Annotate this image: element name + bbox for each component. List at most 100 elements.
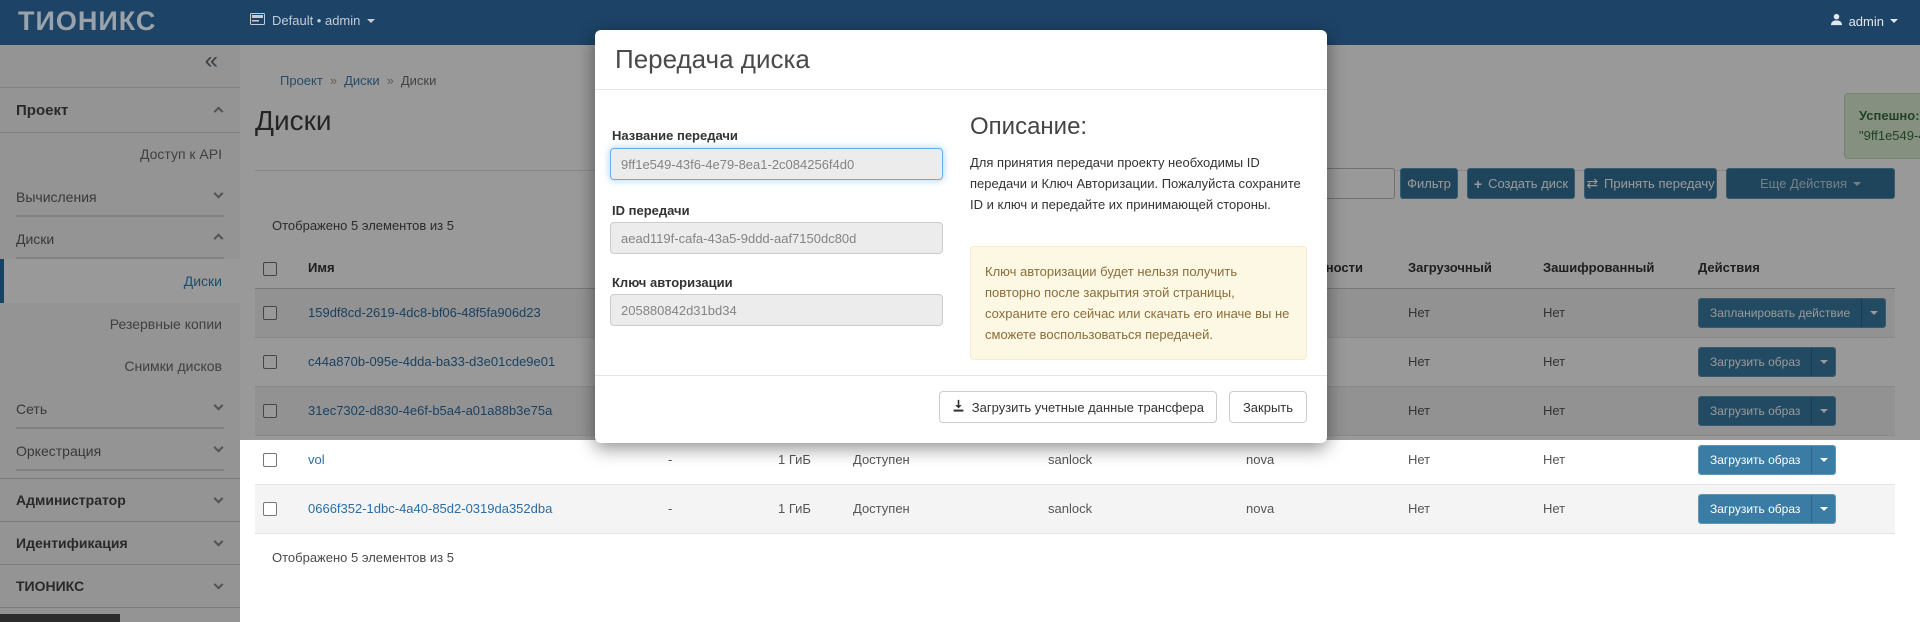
sidebar-section-project[interactable]: Проект — [0, 88, 240, 133]
sidebar-item-network[interactable]: Сеть — [16, 387, 224, 429]
project-card-icon — [250, 13, 265, 28]
auth-key-label: Ключ авторизации — [612, 275, 733, 290]
sidebar-item-api-access[interactable]: Доступ к API — [0, 133, 240, 175]
column-header-encrypted[interactable]: Зашифрованный — [1535, 248, 1690, 288]
transfer-name-input[interactable] — [610, 148, 943, 180]
page-title: Диски — [255, 105, 332, 137]
download-credentials-button[interactable]: Загрузить учетные данные трансфера — [939, 391, 1217, 423]
breadcrumb: Проект»Диски»Диски — [280, 73, 436, 88]
project-context-dropdown[interactable]: Default • admin — [250, 13, 375, 28]
sidebar-section-tionix[interactable]: ТИОНИКС — [0, 565, 240, 608]
select-all-checkbox[interactable] — [263, 262, 277, 276]
transfer-id-label: ID передачи — [612, 203, 690, 218]
volume-name-link[interactable]: 0666f352-1dbc-4a40-85d2-0319da352dba — [308, 501, 552, 516]
accept-transfer-button[interactable]: ⇄ Принять передачу — [1584, 168, 1717, 199]
modal-close-button[interactable]: Закрыть — [1229, 391, 1307, 423]
chevron-down-icon — [1820, 458, 1828, 462]
row-checkbox[interactable] — [263, 404, 277, 418]
column-header-bootable[interactable]: Загрузочный — [1400, 248, 1535, 288]
row-checkbox[interactable] — [263, 453, 277, 467]
user-icon — [1830, 13, 1843, 29]
success-notification: Успешно: Создана передача диска: "9ff1e5… — [1844, 93, 1920, 159]
sidebar-item-network-label: Сеть — [16, 401, 47, 417]
sidebar-section-project-label: Проект — [16, 102, 68, 119]
filter-button-label: Фильтр — [1407, 176, 1451, 191]
row-action-caret[interactable] — [1861, 299, 1885, 327]
row-action-button[interactable]: Запланировать действие — [1699, 299, 1861, 327]
chevron-down-icon — [214, 189, 224, 199]
cell-size: 1 ГиБ — [770, 484, 845, 533]
transfer-arrows-icon: ⇄ — [1586, 175, 1598, 192]
row-action-button[interactable]: Загрузить образ — [1699, 446, 1811, 474]
sidebar-item-snapshots-label: Снимки дисков — [124, 358, 222, 374]
sidebar-section-tionix-label: ТИОНИКС — [16, 578, 84, 594]
transfer-disk-modal: Передача диска Название передачи ID пере… — [595, 30, 1327, 443]
breadcrumb-separator: » — [387, 73, 394, 88]
cell-bootable: Нет — [1400, 386, 1535, 435]
sidebar-section-admin[interactable]: Администратор — [0, 478, 240, 522]
sidebar-item-snapshots[interactable]: Снимки дисков — [0, 345, 240, 387]
chevron-down-icon — [1870, 311, 1878, 315]
sidebar-item-api-access-label: Доступ к API — [140, 146, 222, 162]
notification-title: Успешно: — [1859, 108, 1920, 123]
sidebar-item-volumes-label: Диски — [184, 273, 222, 289]
sidebar-footer-bar — [0, 614, 120, 622]
project-context-label: Default • admin — [272, 13, 360, 28]
row-action-caret[interactable] — [1811, 446, 1835, 474]
column-header-actions: Действия — [1690, 248, 1895, 288]
cell-zone: nova — [1238, 484, 1400, 533]
sidebar-collapse-icon[interactable]: « — [205, 47, 218, 75]
row-action-button[interactable]: Загрузить образ — [1699, 348, 1811, 376]
chevron-down-icon — [214, 401, 224, 411]
breadcrumb-volumes[interactable]: Диски — [344, 73, 380, 88]
cell-encrypted: Нет — [1535, 288, 1690, 337]
sidebar-item-orchestration-label: Оркестрация — [16, 443, 101, 459]
more-actions-button[interactable]: Еще Действия — [1726, 168, 1895, 199]
cell-description: - — [660, 484, 770, 533]
cell-encrypted: Нет — [1535, 484, 1690, 533]
row-action-button[interactable]: Загрузить образ — [1699, 495, 1811, 523]
breadcrumb-separator: » — [330, 73, 337, 88]
chevron-down-icon — [1820, 507, 1828, 511]
sidebar-section-identity[interactable]: Идентификация — [0, 522, 240, 565]
sidebar: « Проект Доступ к API Вычисления Диски Д… — [0, 45, 240, 622]
filter-button[interactable]: Фильтр — [1400, 168, 1458, 199]
items-count-bottom: Отображено 5 элементов из 5 — [272, 550, 454, 565]
row-checkbox[interactable] — [263, 502, 277, 516]
sidebar-section-admin-label: Администратор — [16, 492, 126, 508]
volume-name-link[interactable]: 159df8cd-2619-4dc8-bf06-48f5fa906d23 — [308, 305, 541, 320]
sidebar-item-backups[interactable]: Резервные копии — [0, 303, 240, 345]
sidebar-item-volumes-group[interactable]: Диски — [16, 217, 224, 259]
row-action-caret[interactable] — [1811, 397, 1835, 425]
sidebar-item-volumes-group-label: Диски — [16, 231, 54, 247]
auth-key-input[interactable] — [610, 294, 943, 326]
transfer-id-input[interactable] — [610, 222, 943, 254]
sidebar-item-volumes-active[interactable]: Диски — [0, 259, 240, 303]
user-menu[interactable]: admin — [1830, 13, 1898, 29]
chevron-down-icon — [1820, 409, 1828, 413]
create-volume-button[interactable]: + Создать диск — [1467, 168, 1575, 199]
volume-name-link[interactable]: vol — [308, 452, 325, 467]
cell-encrypted: Нет — [1535, 435, 1690, 484]
sidebar-item-orchestration[interactable]: Оркестрация — [16, 429, 224, 471]
sidebar-item-compute[interactable]: Вычисления — [16, 175, 224, 217]
auth-key-warning: Ключ авторизации будет нельзя получить п… — [970, 246, 1307, 360]
volume-name-link[interactable]: c44a870b-095e-4dda-ba33-d3e01cde9e01 — [308, 354, 555, 369]
chevron-down-icon — [214, 537, 224, 547]
row-action-caret[interactable] — [1811, 348, 1835, 376]
row-action-button[interactable]: Загрузить образ — [1699, 397, 1811, 425]
sidebar-item-backups-label: Резервные копии — [110, 316, 222, 332]
chevron-up-icon — [214, 233, 224, 243]
row-action-caret[interactable] — [1811, 495, 1835, 523]
cell-type: sanlock — [1040, 484, 1238, 533]
volume-name-link[interactable]: 31ec7302-d830-4e6f-b5a4-a01a88b3e75a — [308, 403, 552, 418]
row-checkbox[interactable] — [263, 355, 277, 369]
cell-bootable: Нет — [1400, 435, 1535, 484]
breadcrumb-project[interactable]: Проект — [280, 73, 323, 88]
row-checkbox[interactable] — [263, 306, 277, 320]
cell-status: Доступен — [845, 484, 1040, 533]
create-volume-label: Создать диск — [1488, 176, 1568, 191]
chevron-down-icon — [1853, 182, 1861, 186]
table-row: 0666f352-1dbc-4a40-85d2-0319da352dba - 1… — [255, 484, 1895, 533]
chevron-up-icon — [214, 106, 224, 116]
